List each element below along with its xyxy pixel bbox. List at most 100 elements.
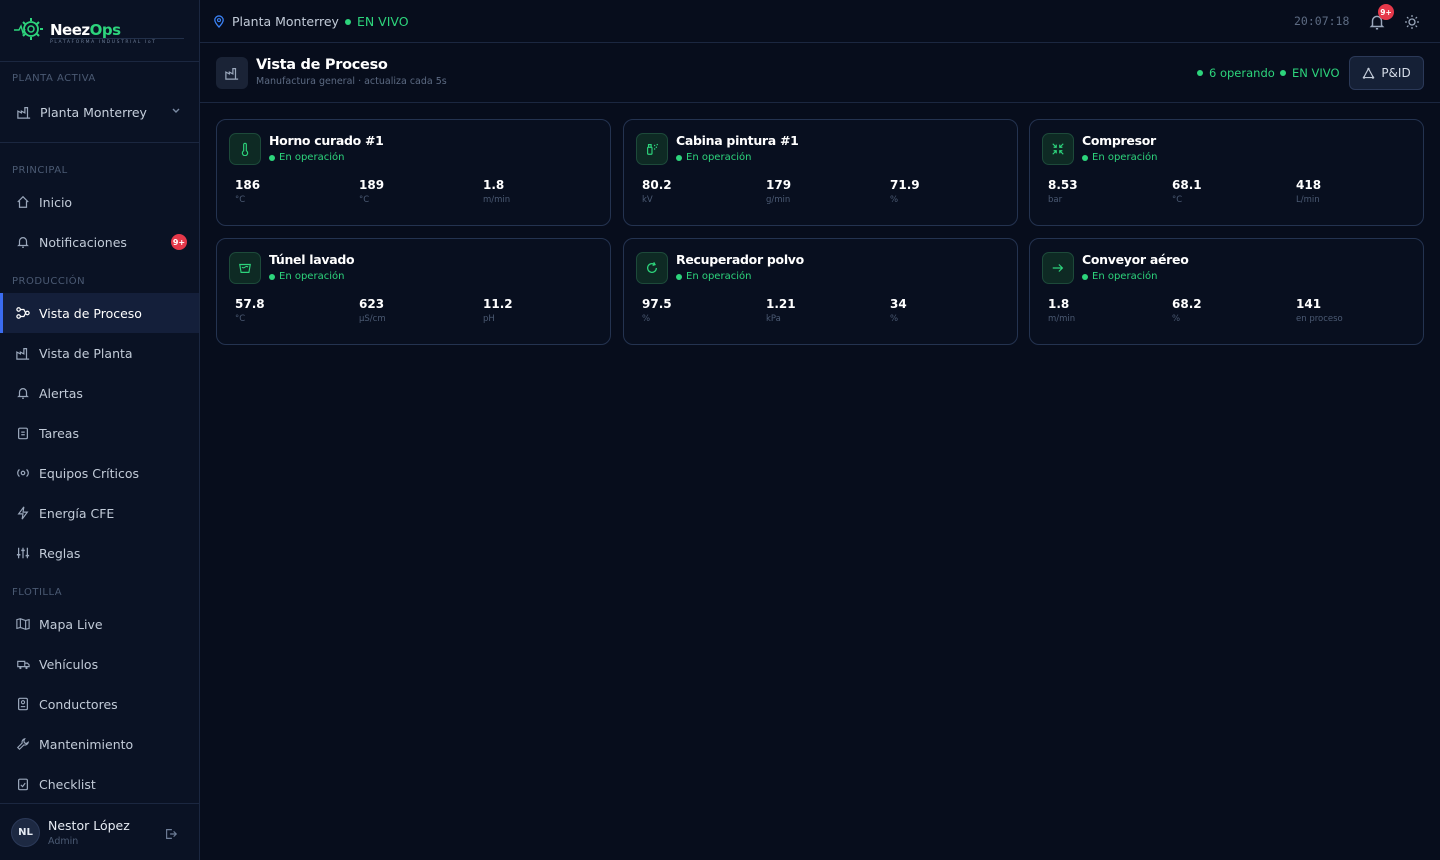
- pid-button-label: P&ID: [1381, 66, 1411, 80]
- sidebar-item-label: Mapa Live: [39, 616, 103, 632]
- live-dot: [1280, 70, 1286, 76]
- status-dot: [1197, 70, 1203, 76]
- metric: 71.9%: [890, 178, 920, 205]
- sidebar-item-label: Alertas: [39, 385, 83, 401]
- metric: 68.2%: [1172, 297, 1202, 324]
- gear-icon: [15, 465, 31, 481]
- sidebar-item-checklist[interactable]: Checklist: [0, 764, 199, 804]
- card-title: Horno curado #1: [269, 133, 384, 148]
- metric: 1.8 m/min: [483, 178, 511, 205]
- diagram-icon: [1362, 66, 1375, 79]
- equipment-card[interactable]: Cabina pintura #1 En operación 80.2 kV 17…: [623, 119, 1018, 226]
- status-badge: En operación: [1082, 152, 1157, 163]
- user-profile[interactable]: NL Nestor López Admin: [0, 803, 199, 860]
- metric: 8.53 bar: [1048, 178, 1078, 205]
- process-icon: [15, 305, 31, 321]
- equipment-card[interactable]: Horno curado #1 En operación 186 °C 189 °C…: [216, 119, 611, 226]
- live-indicator: EN VIVO: [344, 14, 409, 29]
- checklist-icon: [15, 776, 31, 792]
- card-title: Recuperador polvo: [676, 252, 804, 267]
- card-title: Cabina pintura #1: [676, 133, 799, 148]
- thermometer-icon: [229, 133, 261, 165]
- card-title: Conveyor aéreo: [1082, 252, 1189, 267]
- sidebar-item-reglas[interactable]: Reglas: [0, 533, 199, 573]
- metric: 189 °C: [359, 178, 385, 205]
- topbar-location[interactable]: Planta Monterrey EN VIVO: [213, 14, 409, 29]
- sidebar-item-inicio[interactable]: Inicio: [0, 182, 199, 222]
- metric: 141 en proceso: [1296, 297, 1343, 324]
- equipment-card[interactable]: Compresor En operación 8.53 bar 68.1 °C 41…: [1029, 119, 1424, 226]
- sidebar-item-vehiculos[interactable]: Vehículos: [0, 644, 199, 684]
- compress-icon: [1042, 133, 1074, 165]
- sidebar-item-mantenimiento[interactable]: Mantenimiento: [0, 724, 199, 764]
- page-header: Vista de Proceso Manufactura general · a…: [200, 44, 1440, 103]
- spray-icon: [636, 133, 668, 165]
- sidebar-item-label: Notificaciones: [39, 234, 127, 250]
- plant-selector-label: Planta Monterrey: [40, 104, 147, 120]
- logout-icon[interactable]: [164, 826, 178, 845]
- sidebar-item-conductores[interactable]: Conductores: [0, 684, 199, 724]
- sidebar-divider: [0, 142, 199, 143]
- truck-icon: [15, 656, 31, 672]
- equipment-card[interactable]: Recuperador polvo En operación 97.5% 1.2…: [623, 238, 1018, 345]
- brand-tagline: PLATAFORMA INDUSTRIAL IoT: [50, 40, 157, 45]
- home-icon: [15, 194, 31, 210]
- metric: 186 °C: [235, 178, 261, 205]
- map-icon: [15, 616, 31, 632]
- topbar-location-label: Planta Monterrey: [232, 14, 339, 29]
- status-badge: En operación: [1082, 271, 1157, 282]
- metric: 11.2 pH: [483, 297, 513, 324]
- metric: 34%: [890, 297, 907, 324]
- bell-icon: [15, 234, 31, 250]
- sidebar-item-alertas[interactable]: Alertas: [0, 373, 199, 413]
- section-label-produccion: PRODUCCIÓN: [12, 276, 86, 287]
- brand-name: NeezOps: [50, 21, 121, 39]
- chevron-down-icon: [171, 105, 181, 118]
- section-label-planta: PLANTA ACTIVA: [12, 73, 96, 84]
- factory-icon: [15, 345, 31, 361]
- status-badge: En operación: [269, 152, 344, 163]
- sidebar-item-notificaciones[interactable]: Notificaciones 9+: [0, 222, 199, 262]
- user-role: Admin: [48, 836, 79, 847]
- logo-icon: [14, 18, 43, 40]
- sidebar-item-energia-cfe[interactable]: Energía CFE: [0, 493, 199, 533]
- equipment-card[interactable]: Túnel lavado En operación 57.8 °C 623 µS/c…: [216, 238, 611, 345]
- metric: 97.5%: [642, 297, 672, 324]
- status-badge: En operación: [676, 152, 751, 163]
- metric: 418 L/min: [1296, 178, 1322, 205]
- sun-icon[interactable]: [1404, 14, 1420, 30]
- factory-icon: [17, 107, 31, 119]
- location-pin-icon: [214, 15, 224, 28]
- live-dot: [344, 18, 351, 25]
- wrench-icon: [15, 736, 31, 752]
- section-label-principal: PRINCIPAL: [12, 165, 68, 176]
- bolt-icon: [15, 505, 31, 521]
- sidebar-item-equipos-criticos[interactable]: Equipos Críticos: [0, 453, 199, 493]
- metric: 80.2 kV: [642, 178, 672, 205]
- operating-count: 6 operando: [1197, 66, 1275, 80]
- brand-divider: [50, 38, 184, 39]
- arrow-right-icon: [1042, 252, 1074, 284]
- factory-icon: [216, 57, 248, 89]
- recycle-icon: [636, 252, 668, 284]
- metric: 1.8 m/min: [1048, 297, 1076, 324]
- sidebar-item-label: Mantenimiento: [39, 736, 134, 752]
- card-title: Compresor: [1082, 133, 1156, 148]
- plant-selector[interactable]: Planta Monterrey: [0, 92, 199, 132]
- sidebar-item-mapa-live[interactable]: Mapa Live: [0, 604, 199, 644]
- metric: 57.8 °C: [235, 297, 265, 324]
- metric: 68.1 °C: [1172, 178, 1202, 205]
- equipment-card[interactable]: Conveyor aéreo En operación 1.8 m/min 68.…: [1029, 238, 1424, 345]
- bell-icon: [15, 385, 31, 401]
- page-subtitle: Manufactura general · actualiza cada 5s: [256, 76, 447, 87]
- clock: 20:07:18: [1294, 14, 1350, 28]
- card-title: Túnel lavado: [269, 252, 355, 267]
- sidebar-item-label: Vista de Proceso: [39, 305, 142, 321]
- pid-button[interactable]: P&ID: [1349, 56, 1424, 90]
- sidebar-item-vista-de-planta[interactable]: Vista de Planta: [0, 333, 199, 373]
- sidebar-item-label: Checklist: [39, 776, 96, 792]
- sidebar-item-label: Equipos Críticos: [39, 465, 140, 481]
- sidebar-item-vista-de-proceso[interactable]: Vista de Proceso: [0, 293, 199, 333]
- brand[interactable]: NeezOps PLATAFORMA INDUSTRIAL IoT: [0, 0, 199, 62]
- sidebar-item-tareas[interactable]: Tareas: [0, 413, 199, 453]
